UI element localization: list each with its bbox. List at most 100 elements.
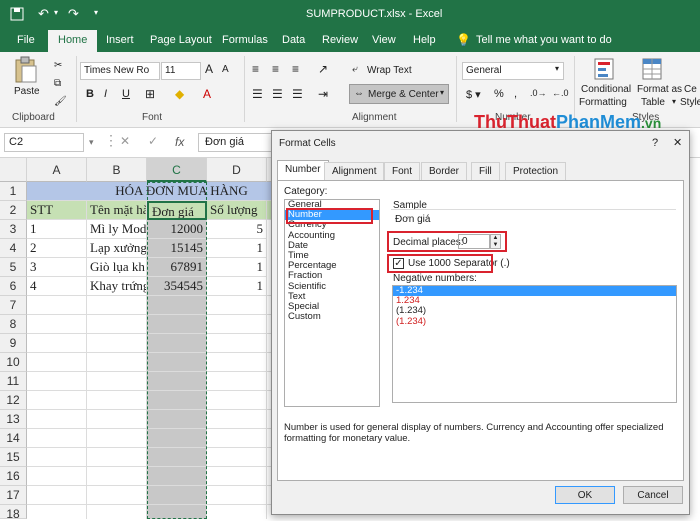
format-painter-icon[interactable]: 🖌 xyxy=(54,96,67,107)
table-cell[interactable]: 1 xyxy=(207,239,267,258)
table-cell[interactable]: 5 xyxy=(207,220,267,239)
header-cell-qty[interactable]: Số lượng xyxy=(207,201,267,220)
currency-icon[interactable]: $ ▾ xyxy=(466,88,481,101)
tab-formulas[interactable]: Formulas xyxy=(222,34,268,46)
cancel-icon[interactable]: ✕ xyxy=(120,134,130,148)
row-header[interactable]: 6 xyxy=(0,277,27,296)
cut-icon[interactable]: ✂ xyxy=(54,60,62,71)
table-cell[interactable]: 2 xyxy=(27,239,87,258)
tab-home[interactable]: Home xyxy=(48,30,98,52)
row-header[interactable]: 4 xyxy=(0,239,27,258)
copy-icon[interactable]: ⧉ xyxy=(54,78,61,89)
row-header[interactable]: 15 xyxy=(0,448,27,467)
align-middle-icon[interactable]: ≡ xyxy=(272,62,279,76)
number-format-box[interactable]: General xyxy=(462,62,564,80)
row-header[interactable]: 7 xyxy=(0,296,27,315)
number-format-dropdown-icon[interactable]: ▾ xyxy=(555,64,559,73)
comma-style-icon[interactable]: , xyxy=(514,88,517,100)
select-all-corner[interactable] xyxy=(0,158,27,182)
list-item[interactable]: Custom xyxy=(285,312,379,322)
table-cell[interactable]: Mì ly Mod xyxy=(87,220,147,239)
list-item[interactable]: 1.234 xyxy=(393,295,676,306)
tab-help[interactable]: Help xyxy=(413,34,436,46)
font-name-box[interactable]: Times New Ro xyxy=(80,62,160,80)
row-header[interactable]: 11 xyxy=(0,372,27,391)
format-as-table-label-2[interactable]: Table xyxy=(641,97,665,108)
undo-icon[interactable]: ↶ xyxy=(38,6,49,22)
indent-icon[interactable]: ⇥ xyxy=(318,87,328,101)
conditional-formatting-icon[interactable] xyxy=(594,58,614,80)
row-header[interactable]: 14 xyxy=(0,429,27,448)
header-cell-stt[interactable]: STT xyxy=(27,201,87,220)
close-icon[interactable]: ✕ xyxy=(673,136,682,149)
ok-button[interactable]: OK xyxy=(555,486,615,504)
tab-page-layout[interactable]: Page Layout xyxy=(150,34,212,46)
row-header[interactable]: 3 xyxy=(0,220,27,239)
row-header[interactable]: 10 xyxy=(0,353,27,372)
row-header[interactable]: 9 xyxy=(0,334,27,353)
table-cell[interactable]: Khay trứng xyxy=(87,277,147,296)
header-cell-item[interactable]: Tên mặt hà xyxy=(87,201,147,220)
row-header[interactable]: 13 xyxy=(0,410,27,429)
help-button[interactable]: ? xyxy=(652,137,658,149)
tab-fill[interactable]: Fill xyxy=(471,162,500,180)
paste-label[interactable]: Paste xyxy=(14,86,40,97)
decrease-font-icon[interactable]: A xyxy=(222,64,229,75)
negative-numbers-list[interactable]: -1.234 1.234 (1.234) (1.234) xyxy=(392,285,677,403)
percent-icon[interactable]: % xyxy=(494,88,504,100)
table-cell[interactable]: 4 xyxy=(27,277,87,296)
tab-insert[interactable]: Insert xyxy=(106,34,134,46)
conditional-formatting-label[interactable]: Conditional xyxy=(581,84,631,95)
tab-alignment[interactable]: Alignment xyxy=(324,162,385,180)
formula-input[interactable]: Đơn giá xyxy=(198,133,278,152)
row-header[interactable]: 8 xyxy=(0,315,27,334)
format-as-table-label[interactable]: Format as xyxy=(637,84,682,95)
italic-button[interactable]: I xyxy=(104,88,107,100)
function-icon[interactable]: fx xyxy=(175,135,184,149)
table-cell[interactable]: 1 xyxy=(207,258,267,277)
row-header[interactable]: 12 xyxy=(0,391,27,410)
increase-font-icon[interactable]: A xyxy=(205,62,213,76)
undo-dropdown-icon[interactable]: ▾ xyxy=(54,8,58,17)
save-icon[interactable] xyxy=(10,7,24,24)
tab-file[interactable]: File xyxy=(17,34,35,46)
align-center-icon[interactable]: ☰ xyxy=(272,87,283,101)
tab-view[interactable]: View xyxy=(372,34,396,46)
font-color-icon[interactable]: A xyxy=(203,87,211,101)
row-header[interactable]: 1 xyxy=(0,182,27,201)
decrease-decimal-icon[interactable]: ←.0 xyxy=(552,88,569,98)
column-header-a[interactable]: A xyxy=(27,158,87,182)
row-header[interactable]: 2 xyxy=(0,201,27,220)
row-header[interactable]: 18 xyxy=(0,505,27,521)
align-bottom-icon[interactable]: ≡ xyxy=(292,62,299,76)
table-cell[interactable]: Lạp xưởng xyxy=(87,239,147,258)
format-as-table-dropdown-icon[interactable]: ▾ xyxy=(672,97,676,106)
name-box-dropdown-icon[interactable]: ▾ xyxy=(89,137,94,148)
paste-icon[interactable] xyxy=(14,56,38,84)
align-right-icon[interactable]: ☰ xyxy=(292,87,303,101)
orientation-icon[interactable]: ↗ xyxy=(318,62,328,76)
wrap-text-button[interactable]: Wrap Text xyxy=(367,65,412,76)
increase-decimal-icon[interactable]: .0→ xyxy=(530,88,547,98)
tell-me-search[interactable]: Tell me what you want to do xyxy=(476,34,612,46)
list-item[interactable]: (1.234) xyxy=(393,316,676,327)
tab-protection[interactable]: Protection xyxy=(505,162,567,180)
conditional-formatting-label-2[interactable]: Formatting xyxy=(579,97,627,108)
merge-center-button[interactable]: ⇔ Merge & Center ▾ xyxy=(349,84,449,104)
list-item-selected[interactable]: -1.234 xyxy=(393,285,676,297)
tab-number[interactable]: Number xyxy=(277,160,329,181)
column-header-d[interactable]: D xyxy=(207,158,267,182)
borders-icon[interactable]: ⊞ xyxy=(145,87,155,101)
table-cell[interactable]: 3 xyxy=(27,258,87,277)
table-cell[interactable]: 1 xyxy=(207,277,267,296)
customize-toolbar-icon[interactable]: ▾ xyxy=(94,8,98,17)
redo-icon[interactable]: ↷ xyxy=(68,6,79,22)
row-header[interactable]: 5 xyxy=(0,258,27,277)
column-header-c[interactable]: C xyxy=(147,158,207,182)
row-header[interactable]: 17 xyxy=(0,486,27,505)
font-size-box[interactable]: 11 xyxy=(161,62,201,80)
list-item[interactable]: (1.234) xyxy=(393,306,676,316)
row-header[interactable]: 16 xyxy=(0,467,27,486)
table-cell[interactable]: Giò lụa kh xyxy=(87,258,147,277)
cell-styles-label-2[interactable]: Style xyxy=(680,97,700,108)
